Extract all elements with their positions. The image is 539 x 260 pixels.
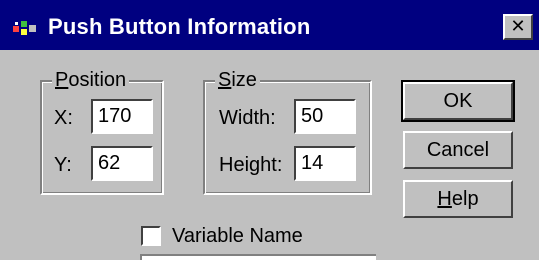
width-label: Width: <box>219 107 276 129</box>
cancel-button[interactable]: Cancel <box>403 131 513 169</box>
y-input[interactable] <box>91 146 153 181</box>
x-input[interactable] <box>91 99 153 134</box>
help-accel: H <box>437 187 452 210</box>
size-group-legend: Size <box>215 68 260 92</box>
position-legend-rest: osition <box>68 69 127 91</box>
help-button[interactable]: Help <box>403 180 513 218</box>
position-group: Position X: Y: <box>40 68 164 195</box>
variable-name-label[interactable]: Variable Name <box>172 224 303 248</box>
variable-name-checkbox[interactable] <box>141 226 161 246</box>
height-input[interactable] <box>294 146 356 181</box>
close-button[interactable]: ✕ <box>503 14 533 40</box>
y-label: Y: <box>54 154 72 176</box>
window-title: Push Button Information <box>48 14 311 39</box>
ok-button[interactable]: OK <box>401 80 515 122</box>
position-legend-accel: P <box>55 69 69 91</box>
width-input[interactable] <box>294 99 356 134</box>
app-icon <box>13 21 36 35</box>
size-legend-rest: ize <box>231 69 257 91</box>
x-label: X: <box>54 107 73 129</box>
close-icon: ✕ <box>510 16 526 37</box>
position-group-legend: Position <box>52 68 130 92</box>
size-group: Size Width: Height: <box>203 68 372 195</box>
size-legend-accel: S <box>218 69 232 91</box>
title-bar[interactable]: Push Button Information ✕ <box>0 0 539 50</box>
variable-name-field[interactable] <box>140 254 376 260</box>
height-label: Height: <box>219 154 283 176</box>
push-button-information-dialog: Push Button Information ✕ Position X: Y:… <box>0 0 539 260</box>
help-rest: elp <box>451 187 479 210</box>
